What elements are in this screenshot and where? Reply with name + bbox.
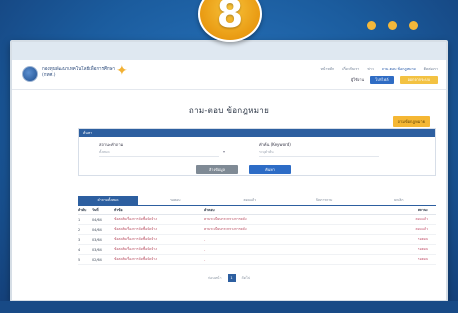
- star-icon: ✦: [116, 63, 128, 79]
- profile-button[interactable]: โปรไฟล์: [370, 76, 394, 84]
- row-date: 02/64: [92, 257, 102, 262]
- row-answer: ตามระเบียบกระทรวงการคลัง: [204, 227, 247, 231]
- row-topic-link[interactable]: ข้อสงสัยเรื่องการจัดซื้อจัดจ้าง: [114, 247, 204, 252]
- row-status: ตอบแล้ว: [415, 217, 428, 221]
- step-number: 8: [216, 0, 244, 36]
- table-row[interactable]: 1 04/64 ข้อสงสัยเรื่องการจัดซื้อจัดจ้าง …: [78, 215, 436, 225]
- status-tabs: คำถามทั้งหมด รอตอบ ตอบแล้ว ปิดการถาม ยกเ…: [78, 196, 436, 206]
- row-topic-link[interactable]: ข้อสงสัยเรื่องการจัดซื้อจัดจ้าง: [114, 227, 204, 232]
- table-row[interactable]: 3 03/64 ข้อสงสัยเรื่องการจัดซื้อจัดจ้าง …: [78, 235, 436, 245]
- window-dot-icon[interactable]: [388, 21, 397, 30]
- table-row[interactable]: 2 04/64 ข้อสงสัยเรื่องการจัดซื้อจัดจ้าง …: [78, 225, 436, 235]
- clear-button[interactable]: ล้างข้อมูล: [196, 165, 238, 174]
- table-row[interactable]: 4 03/64 ข้อสงสัยเรื่องการจัดซื้อจัดจ้าง …: [78, 245, 436, 255]
- ask-question-button[interactable]: ถามข้อกฎหมาย: [392, 116, 430, 127]
- org-name: กองทุนพัฒนาเทคโนโลยีเพื่อการศึกษา (กทศ.): [42, 67, 116, 78]
- row-date: 03/64: [92, 247, 102, 252]
- row-date: 03/64: [92, 237, 102, 242]
- tab-closed[interactable]: ปิดการถาม: [287, 196, 362, 205]
- table-row[interactable]: 5 02/64 ข้อสงสัยเรื่องการจัดซื้อจัดจ้าง …: [78, 255, 436, 265]
- logout-button[interactable]: ออกจากระบบ: [399, 76, 438, 84]
- nav-item-about[interactable]: เกี่ยวกับเรา: [342, 66, 359, 72]
- pager-prev[interactable]: ก่อนหน้า: [208, 275, 222, 281]
- row-topic-link[interactable]: ข้อสงสัยเรื่องการจัดซื้อจัดจ้าง: [114, 257, 204, 262]
- window-dot-icon[interactable]: [409, 21, 418, 30]
- keyword-input[interactable]: ระบุคำค้น: [259, 150, 379, 157]
- row-answer: -: [204, 237, 206, 242]
- row-no: 3: [78, 237, 81, 242]
- row-status: รอตอบ: [417, 257, 428, 261]
- filter-card: ค้นหา สถานะคำถาม ทั้งหมด ▾ คำค้น (Keywor…: [78, 128, 436, 176]
- row-date: 04/64: [92, 227, 102, 232]
- column-header: ลำดับ: [78, 208, 87, 212]
- tab-pending[interactable]: รอตอบ: [138, 196, 213, 205]
- table-header: ลำดับ วันที่ หัวข้อ คำตอบ สถานะ: [78, 207, 436, 215]
- nav-item-qa[interactable]: ถาม-ตอบ ข้อกฎหมาย: [382, 66, 416, 72]
- user-name[interactable]: ผู้ใช้งาน: [351, 77, 364, 83]
- row-answer: -: [204, 247, 206, 252]
- qa-table: ลำดับ วันที่ หัวข้อ คำตอบ สถานะ 1 04/64 …: [78, 207, 436, 265]
- tab-cancelled[interactable]: ยกเลิก: [362, 196, 437, 205]
- chevron-down-icon[interactable]: ▾: [223, 149, 225, 154]
- row-topic-link[interactable]: ข้อสงสัยเรื่องการจัดซื้อจัดจ้าง: [114, 237, 204, 242]
- org-logo-icon[interactable]: [22, 66, 38, 82]
- row-no: 2: [78, 227, 81, 232]
- window-dot-icon[interactable]: [367, 21, 376, 30]
- row-no: 4: [78, 247, 81, 252]
- row-status: รอตอบ: [417, 237, 428, 241]
- keyword-label: คำค้น (Keyword): [259, 142, 291, 147]
- row-date: 04/64: [92, 217, 102, 222]
- column-header: หัวข้อ: [114, 208, 123, 212]
- nav-item-news[interactable]: ข่าว: [367, 66, 374, 72]
- filter-body: สถานะคำถาม ทั้งหมด ▾ คำค้น (Keyword) ระบ…: [79, 137, 435, 175]
- page-title: ถาม-ตอบ ข้อกฎหมาย: [188, 106, 270, 115]
- tab-all[interactable]: คำถามทั้งหมด: [78, 196, 138, 205]
- pagination: ก่อนหน้า 1 ถัดไป: [12, 274, 446, 282]
- column-header: คำตอบ: [204, 208, 215, 212]
- pager-next[interactable]: ถัดไป: [242, 275, 251, 281]
- status-filter-label: สถานะคำถาม: [99, 142, 124, 147]
- tab-answered[interactable]: ตอบแล้ว: [213, 196, 288, 205]
- nav-item-home[interactable]: หน้าหลัก: [321, 66, 335, 72]
- row-no: 1: [78, 217, 81, 222]
- window-controls: [367, 21, 418, 30]
- row-no: 5: [78, 257, 81, 262]
- webpage: กองทุนพัฒนาเทคโนโลยีเพื่อการศึกษา (กทศ.)…: [12, 60, 446, 300]
- bottom-strip: [0, 301, 458, 313]
- user-row: ผู้ใช้งาน โปรไฟล์ ออกจากระบบ: [351, 76, 438, 84]
- row-answer: ตามระเบียบกระทรวงการคลัง: [204, 217, 247, 221]
- column-header: สถานะ: [417, 208, 428, 212]
- nav-item-contact[interactable]: ติดต่อเรา: [424, 66, 438, 72]
- filter-title: ค้นหา: [79, 129, 435, 137]
- pager-current[interactable]: 1: [227, 274, 236, 282]
- main-nav: หน้าหลัก เกี่ยวกับเรา ข่าว ถาม-ตอบ ข้อกฎ…: [321, 66, 438, 72]
- row-topic-link[interactable]: ข้อสงสัยเรื่องการจัดซื้อจัดจ้าง: [114, 217, 204, 222]
- column-header: วันที่: [92, 208, 99, 212]
- row-status: ตอบแล้ว: [415, 227, 428, 231]
- site-header: กองทุนพัฒนาเทคโนโลยีเพื่อการศึกษา (กทศ.)…: [12, 60, 446, 90]
- row-answer: -: [204, 257, 206, 262]
- search-button[interactable]: ค้นหา: [249, 165, 291, 174]
- row-status: รอตอบ: [417, 247, 428, 251]
- status-filter-select[interactable]: ทั้งหมด: [99, 150, 219, 157]
